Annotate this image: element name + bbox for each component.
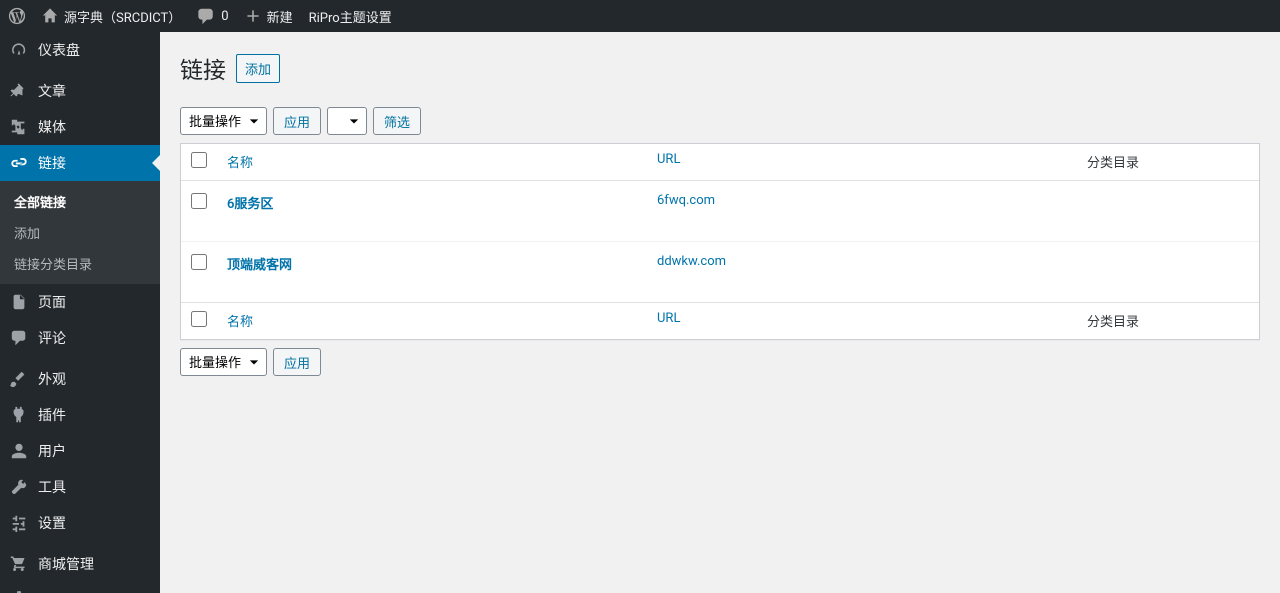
menu-links[interactable]: 链接 <box>0 145 160 181</box>
row-checkbox[interactable] <box>191 193 207 209</box>
menu-label: 设置 <box>38 513 66 533</box>
menu-media[interactable]: 媒体 <box>0 109 160 145</box>
add-new-button[interactable]: 添加 <box>236 54 280 83</box>
menu-label: 仪表盘 <box>38 40 80 60</box>
dashboard-icon <box>10 41 30 59</box>
link-cat <box>1077 181 1259 242</box>
col-header-url[interactable]: URL <box>657 152 680 167</box>
submenu-add-link[interactable]: 添加 <box>0 217 160 248</box>
new-content-link[interactable]: 新建 <box>237 0 301 32</box>
menu-comments[interactable]: 评论 <box>0 320 160 356</box>
menu-appearance[interactable]: 外观 <box>0 361 160 397</box>
home-icon <box>42 8 58 24</box>
menu-dashboard[interactable]: 仪表盘 <box>0 32 160 68</box>
select-all-bottom-checkbox[interactable] <box>191 311 207 327</box>
menu-tools[interactable]: 工具 <box>0 469 160 505</box>
filter-button[interactable]: 筛选 <box>373 107 421 135</box>
menu-label: 商城管理 <box>38 554 94 574</box>
link-name[interactable]: 顶端威客网 <box>227 258 292 273</box>
category-filter-select[interactable] <box>327 107 367 135</box>
menu-mall[interactable]: 商城管理 <box>0 546 160 582</box>
wordpress-icon <box>8 7 26 25</box>
menu-plugins[interactable]: 插件 <box>0 397 160 433</box>
media-icon <box>10 118 30 136</box>
link-name[interactable]: 6服务区 <box>227 197 273 212</box>
link-url[interactable]: ddwkw.com <box>657 254 726 269</box>
site-title: 源字典（SRCDICT） <box>64 7 181 26</box>
menu-label: 工具 <box>38 477 66 497</box>
submenu-links: 全部链接 添加 链接分类目录 <box>0 181 160 284</box>
col-footer-name[interactable]: 名称 <box>227 315 253 330</box>
main-content: 链接 添加 批量操作 应用 筛选 名称 URL 分类目录 <box>160 0 1280 384</box>
wp-logo-link[interactable] <box>0 0 34 32</box>
page-heading: 链接 添加 <box>180 42 1260 99</box>
bulk-apply-bottom[interactable]: 应用 <box>273 348 321 376</box>
sliders-icon <box>10 514 30 532</box>
col-header-cat: 分类目录 <box>1077 144 1259 181</box>
bulk-action-select-bottom[interactable]: 批量操作 <box>180 348 267 376</box>
tablenav-top: 批量操作 应用 筛选 <box>180 99 1260 143</box>
col-footer-cat: 分类目录 <box>1077 302 1259 339</box>
link-cat <box>1077 242 1259 302</box>
user-icon <box>10 442 30 460</box>
menu-users[interactable]: 用户 <box>0 433 160 469</box>
bulk-apply-top[interactable]: 应用 <box>273 107 321 135</box>
wrench-icon <box>10 478 30 496</box>
menu-settings[interactable]: 设置 <box>0 505 160 541</box>
select-all-top-checkbox[interactable] <box>191 152 207 168</box>
menu-label: 插件 <box>38 405 66 425</box>
ripro-link[interactable]: RiPro主题设置 <box>301 0 400 32</box>
cart-icon <box>10 555 30 573</box>
links-table: 名称 URL 分类目录 6服务区 6fwq.com 顶端威客网 ddwkw.co… <box>180 143 1260 340</box>
brush-icon <box>10 370 30 388</box>
tablenav-bottom: 批量操作 应用 <box>180 340 1260 384</box>
menu-label: 用户 <box>38 441 66 461</box>
admin-sidebar: 仪表盘 文章 媒体 链接 全部链接 添加 链接分类目录 页面 评论 外观 插件 … <box>0 32 160 593</box>
site-home-link[interactable]: 源字典（SRCDICT） <box>34 0 189 32</box>
menu-label: 评论 <box>38 328 66 348</box>
comments-icon <box>10 329 30 347</box>
table-row: 顶端威客网 ddwkw.com <box>181 242 1259 302</box>
page-icon <box>10 293 30 311</box>
comment-count: 0 <box>221 9 228 24</box>
admin-topbar: 源字典（SRCDICT） 0 新建 RiPro主题设置 <box>0 0 1280 32</box>
comments-link[interactable]: 0 <box>189 0 236 32</box>
bulk-action-select-top[interactable]: 批量操作 <box>180 107 267 135</box>
ripro-label: RiPro主题设置 <box>309 7 392 26</box>
menu-label: 文章 <box>38 81 66 101</box>
plugin-icon <box>10 406 30 424</box>
menu-label: 页面 <box>38 292 66 312</box>
plus-icon <box>245 8 261 24</box>
new-label: 新建 <box>267 7 293 26</box>
menu-ripro[interactable]: RiPro主题设置 <box>0 582 160 593</box>
table-row: 6服务区 6fwq.com <box>181 181 1259 242</box>
menu-label: 链接 <box>38 153 66 173</box>
col-footer-url[interactable]: URL <box>657 311 680 326</box>
page-title: 链接 <box>180 51 226 85</box>
pin-icon <box>10 82 30 100</box>
menu-label: 外观 <box>38 369 66 389</box>
submenu-all-links[interactable]: 全部链接 <box>0 186 160 217</box>
menu-pages[interactable]: 页面 <box>0 284 160 320</box>
comment-icon <box>197 7 215 25</box>
menu-label: 媒体 <box>38 117 66 137</box>
row-checkbox[interactable] <box>191 254 207 270</box>
col-header-name[interactable]: 名称 <box>227 156 253 171</box>
submenu-link-cats[interactable]: 链接分类目录 <box>0 248 160 279</box>
menu-posts[interactable]: 文章 <box>0 73 160 109</box>
link-icon <box>10 154 30 172</box>
link-url[interactable]: 6fwq.com <box>657 193 715 208</box>
